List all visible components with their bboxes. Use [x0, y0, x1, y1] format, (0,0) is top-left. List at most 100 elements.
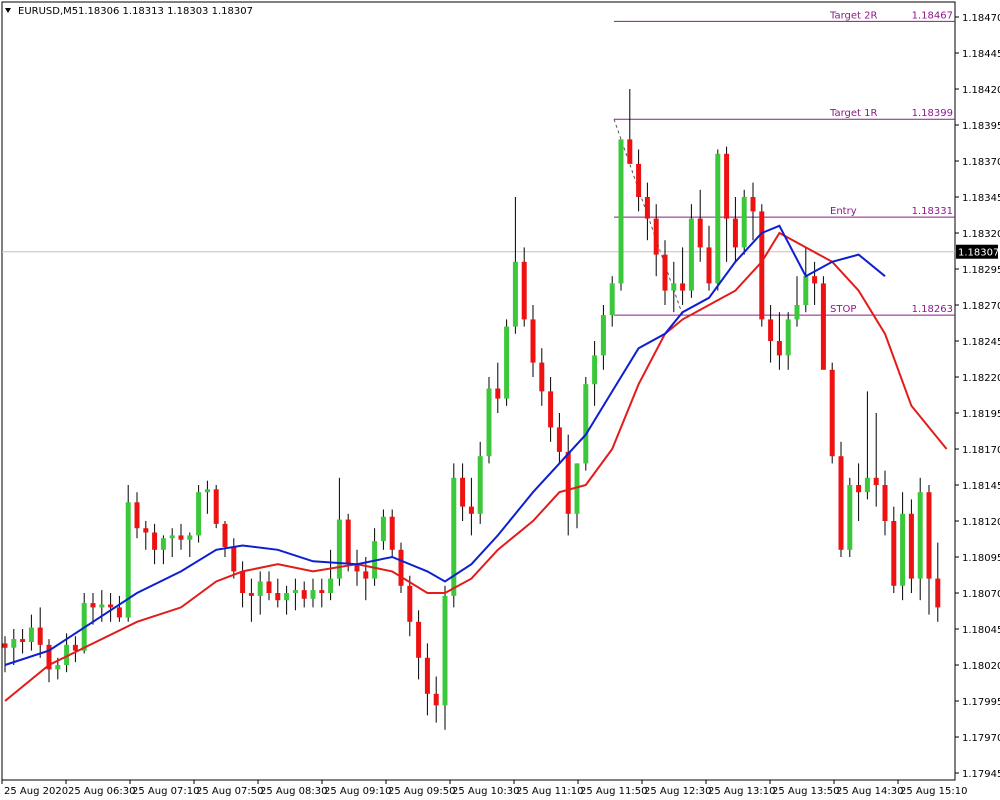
candle-bear[interactable] [768, 319, 774, 341]
candle-bull[interactable] [451, 477, 457, 596]
candle-bull[interactable] [99, 604, 105, 608]
candle-bear[interactable] [556, 427, 562, 452]
candle-bear[interactable] [363, 571, 369, 579]
candle-bear[interactable] [108, 604, 114, 608]
candle-bear[interactable] [873, 477, 879, 485]
candle-bear[interactable] [37, 627, 43, 645]
candle-bear[interactable] [407, 585, 413, 622]
candle-bull[interactable] [187, 535, 193, 540]
candle-bear[interactable] [2, 643, 8, 648]
price-axis[interactable]: 1.18470 1.18445 1.18420 1.18395 1.18370 1.183… [955, 13, 1000, 780]
candle-bear[interactable] [759, 211, 765, 320]
candle-bear[interactable] [240, 571, 246, 593]
candle-bear[interactable] [213, 489, 219, 524]
candle-bear[interactable] [926, 492, 932, 579]
candle-bull[interactable] [618, 139, 624, 284]
candle-bull[interactable] [900, 513, 906, 586]
chart-window[interactable]: Target 2R 1.18467 Target 1R 1.18399 Entry 1.1… [0, 0, 1000, 800]
candle-bull[interactable] [917, 492, 923, 579]
candle-bear[interactable] [891, 521, 897, 586]
candle-bull[interactable] [803, 276, 809, 305]
candle-bear[interactable] [565, 451, 571, 514]
candle-bull[interactable] [741, 197, 747, 248]
candle-bear[interactable] [389, 516, 395, 550]
candle-bull[interactable] [328, 578, 334, 593]
candle-bear[interactable] [724, 153, 730, 219]
candle-bull[interactable] [864, 477, 870, 493]
candle-bull[interactable] [169, 535, 175, 539]
candle-bear[interactable] [882, 485, 888, 521]
candle-bull[interactable] [310, 590, 316, 599]
candle-bear[interactable] [468, 506, 474, 514]
candle-bull[interactable] [55, 665, 61, 670]
candle-bear[interactable] [732, 218, 738, 248]
candle-bull[interactable] [785, 319, 791, 356]
candle-bear[interactable] [495, 388, 501, 399]
candle-bear[interactable] [319, 590, 325, 593]
time-axis[interactable]: 25 Aug 2020 25 Aug 06:3025 Aug 07:1025 Au… [1, 780, 967, 797]
candle-bull[interactable] [512, 261, 518, 327]
candle-bull[interactable] [160, 538, 166, 550]
candle-bear[interactable] [697, 218, 703, 248]
candle-bear[interactable] [178, 535, 184, 540]
candle-bear[interactable] [820, 283, 826, 370]
candle-bear[interactable] [301, 590, 307, 599]
candle-bear[interactable] [72, 644, 78, 651]
candle-bear[interactable] [433, 693, 439, 706]
candle-bear[interactable] [548, 391, 554, 428]
candle-bear[interactable] [231, 546, 237, 572]
candle-bear[interactable] [248, 593, 254, 596]
candle-bear[interactable] [275, 593, 281, 601]
candle-bear[interactable] [398, 549, 404, 586]
candle-bear[interactable] [152, 532, 158, 550]
candle-bear[interactable] [424, 657, 430, 694]
candle-bear[interactable] [134, 502, 140, 529]
candle-bull[interactable] [336, 519, 342, 579]
candle-bear[interactable] [856, 485, 862, 493]
candle-bear[interactable] [345, 519, 351, 565]
candle-bull[interactable] [794, 305, 800, 320]
candle-bull[interactable] [442, 595, 448, 706]
candle-bull[interactable] [504, 326, 510, 399]
candle-bear[interactable] [460, 477, 466, 507]
candle-bear[interactable] [416, 621, 422, 658]
candle-bear[interactable] [812, 276, 818, 284]
candle-bear[interactable] [530, 319, 536, 363]
candle-bear[interactable] [521, 261, 527, 320]
candle-bear[interactable] [750, 197, 756, 212]
candle-bear[interactable] [653, 218, 659, 255]
candle-bear[interactable] [662, 254, 668, 291]
candle-bear[interactable] [222, 523, 228, 547]
candle-bear[interactable] [838, 456, 844, 550]
candle-bull[interactable] [671, 283, 677, 291]
candle-bear[interactable] [680, 283, 686, 291]
candle-bear[interactable] [116, 607, 122, 618]
candle-bear[interactable] [644, 197, 650, 219]
candle-bear[interactable] [20, 639, 26, 642]
candle-bull[interactable] [292, 590, 298, 593]
candle-bull[interactable] [583, 384, 589, 464]
candle-bear[interactable] [627, 139, 633, 164]
candle-bull[interactable] [609, 283, 615, 316]
candle-bear[interactable] [636, 163, 642, 197]
candle-bull[interactable] [28, 627, 34, 642]
candle-bull[interactable] [592, 355, 598, 385]
candle-bear[interactable] [829, 369, 835, 457]
candle-bull[interactable] [196, 492, 202, 536]
candle-bull[interactable] [847, 485, 853, 550]
candle-bull[interactable] [257, 581, 263, 596]
candle-bear[interactable] [935, 578, 941, 608]
price-chart[interactable]: Target 2R 1.18467 Target 1R 1.18399 Entry 1.1… [0, 0, 1000, 800]
candle-bull[interactable] [688, 218, 694, 291]
candle-bear[interactable] [143, 528, 149, 533]
candle-bull[interactable] [715, 153, 721, 284]
candle-bull[interactable] [204, 489, 210, 493]
candle-bull[interactable] [600, 315, 606, 356]
candle-bear[interactable] [908, 513, 914, 579]
candle-bear[interactable] [539, 362, 545, 392]
candle-bear[interactable] [266, 581, 272, 593]
candle-bull[interactable] [486, 388, 492, 457]
candle-bull[interactable] [284, 593, 290, 601]
candle-bear[interactable] [706, 247, 712, 284]
candle-bull[interactable] [380, 516, 386, 542]
